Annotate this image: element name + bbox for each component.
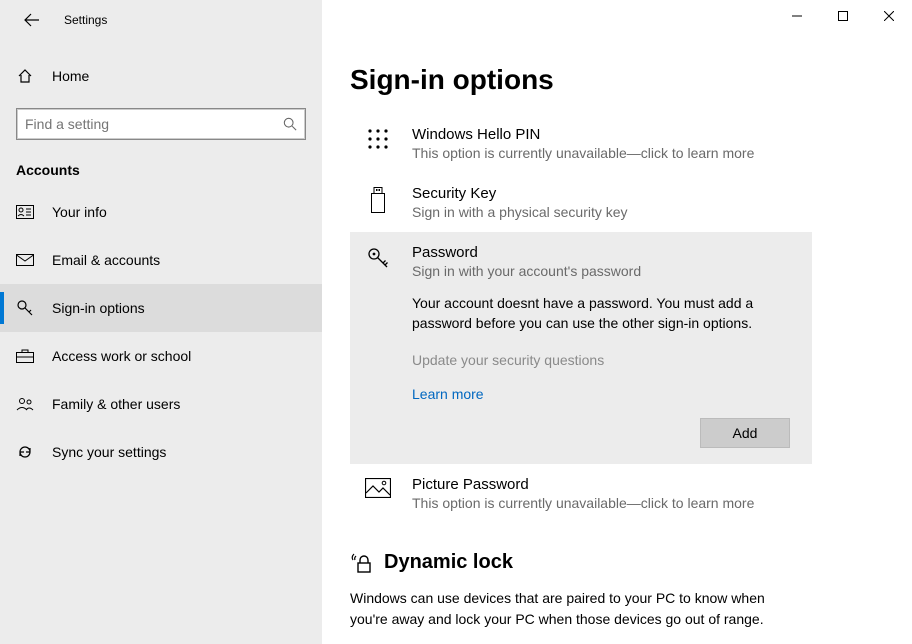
sidebar-home[interactable]: Home: [0, 56, 322, 96]
dynamic-lock-heading-text: Dynamic lock: [384, 551, 513, 574]
titlebar-left: Settings: [0, 0, 322, 40]
option-security-key[interactable]: Security Key Sign in with a physical sec…: [350, 173, 872, 232]
main-content: Sign-in options Windows Hello PIN This o…: [322, 40, 912, 644]
sidebar-item-your-info[interactable]: Your info: [0, 188, 322, 236]
minimize-button[interactable]: [774, 0, 820, 32]
sidebar-item-sync-settings[interactable]: Sync your settings: [0, 428, 322, 476]
sidebar-item-access-work-school[interactable]: Access work or school: [0, 332, 322, 380]
option-subtitle: Sign in with your account's password: [412, 263, 800, 279]
person-card-icon: [16, 205, 34, 219]
page-title: Sign-in options: [350, 64, 872, 96]
option-subtitle: This option is currently unavailable—cli…: [412, 145, 860, 161]
mail-icon: [16, 254, 34, 266]
sidebar-home-label: Home: [52, 68, 89, 84]
people-icon: [16, 397, 34, 411]
search-box[interactable]: [16, 108, 306, 140]
pin-pad-icon: [364, 126, 392, 161]
sidebar-item-family-users[interactable]: Family & other users: [0, 380, 322, 428]
key-icon: [16, 299, 34, 317]
sidebar-item-sign-in-options[interactable]: Sign-in options: [0, 284, 322, 332]
picture-icon: [364, 476, 392, 511]
search-input[interactable]: [25, 116, 283, 132]
dynamic-lock-icon: [350, 552, 372, 574]
sidebar-item-email-accounts[interactable]: Email & accounts: [0, 236, 322, 284]
close-button[interactable]: [866, 0, 912, 32]
window-title: Settings: [64, 13, 107, 27]
usb-key-icon: [364, 185, 392, 220]
key-icon: [364, 244, 392, 279]
window-controls: [322, 0, 912, 40]
option-password[interactable]: Password Sign in with your account's pas…: [350, 232, 812, 464]
sidebar-item-label: Email & accounts: [52, 252, 160, 268]
add-button[interactable]: Add: [700, 418, 790, 448]
option-title: Picture Password: [412, 476, 860, 493]
maximize-icon: [838, 11, 848, 21]
arrow-left-icon: [24, 12, 40, 28]
option-title: Security Key: [412, 185, 860, 202]
sidebar-section-label: Accounts: [0, 140, 322, 188]
option-picture-password[interactable]: Picture Password This option is currentl…: [350, 464, 872, 523]
maximize-button[interactable]: [820, 0, 866, 32]
learn-more-link[interactable]: Learn more: [412, 384, 800, 404]
search-icon: [283, 117, 297, 131]
sidebar-item-label: Sign-in options: [52, 300, 145, 316]
password-questions-text: Update your security questions: [412, 350, 800, 370]
minimize-icon: [792, 11, 802, 21]
option-title: Windows Hello PIN: [412, 126, 860, 143]
dynamic-lock-description: Windows can use devices that are paired …: [350, 588, 770, 630]
close-icon: [884, 11, 894, 21]
dynamic-lock-heading: Dynamic lock: [350, 551, 872, 574]
back-button[interactable]: [16, 4, 48, 36]
option-hello-pin[interactable]: Windows Hello PIN This option is current…: [350, 114, 872, 173]
option-subtitle: Sign in with a physical security key: [412, 204, 860, 220]
sidebar-item-label: Family & other users: [52, 396, 180, 412]
sync-icon: [16, 444, 34, 460]
password-body-text: Your account doesnt have a password. You…: [412, 293, 800, 334]
sidebar: Home Accounts Your info Email & accounts…: [0, 40, 322, 644]
sidebar-item-label: Your info: [52, 204, 107, 220]
sidebar-item-label: Sync your settings: [52, 444, 166, 460]
option-subtitle: This option is currently unavailable—cli…: [412, 495, 860, 511]
titlebar: Settings: [0, 0, 912, 40]
option-title: Password: [412, 244, 800, 261]
briefcase-icon: [16, 349, 34, 363]
home-icon: [16, 68, 34, 84]
sidebar-item-label: Access work or school: [52, 348, 191, 364]
